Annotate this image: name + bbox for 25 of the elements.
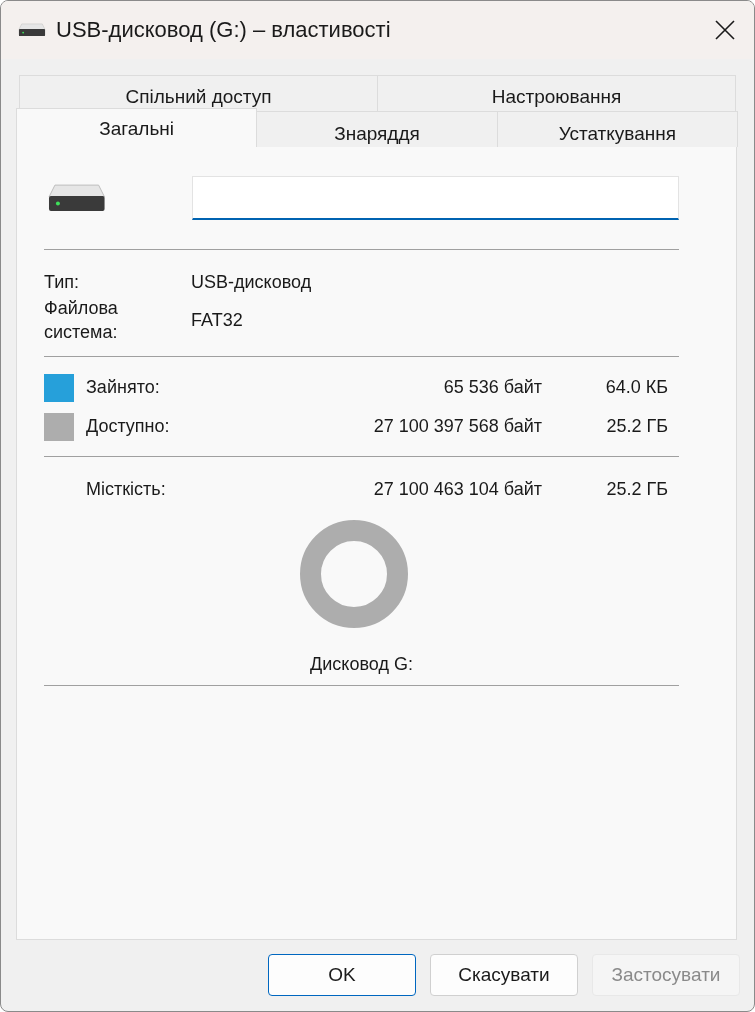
drive-label: Дисковод G: xyxy=(309,654,414,675)
space-label: Доступно: xyxy=(86,416,171,437)
property-value: USB-дисковод xyxy=(191,271,312,293)
tab[interactable]: Спільний доступ xyxy=(19,75,378,111)
capacity-label: Місткість: xyxy=(86,479,167,500)
byte-count: 65 536 байт xyxy=(442,377,542,398)
property-label: Файлова система: xyxy=(44,297,119,344)
window-title: USB-дисковод (G:) – властивості xyxy=(56,17,392,43)
tab[interactable]: Знаряддя xyxy=(256,111,498,147)
byte-count: 27 100 397 568 байт xyxy=(372,416,542,437)
size-value: 25.2 ГБ xyxy=(605,479,668,500)
drive-icon xyxy=(47,183,107,213)
tab[interactable]: Загальні xyxy=(16,108,258,147)
name-field[interactable] xyxy=(191,176,679,220)
byte-count: 27 100 463 104 байт xyxy=(372,479,542,500)
size-value: 64.0 КБ xyxy=(604,377,668,398)
tab[interactable]: Устаткування xyxy=(496,111,738,147)
property-label: Тип: xyxy=(44,271,80,294)
drive-icon xyxy=(18,23,46,37)
space-label: Зайнято: xyxy=(86,377,161,398)
tab[interactable]: Настроювання xyxy=(377,75,736,111)
size-value: 25.2 ГБ xyxy=(605,416,668,437)
dialog-button[interactable]: OK xyxy=(268,954,416,996)
property-value: FAT32 xyxy=(191,309,243,331)
dialog-button[interactable]: Скасувати xyxy=(430,954,578,996)
